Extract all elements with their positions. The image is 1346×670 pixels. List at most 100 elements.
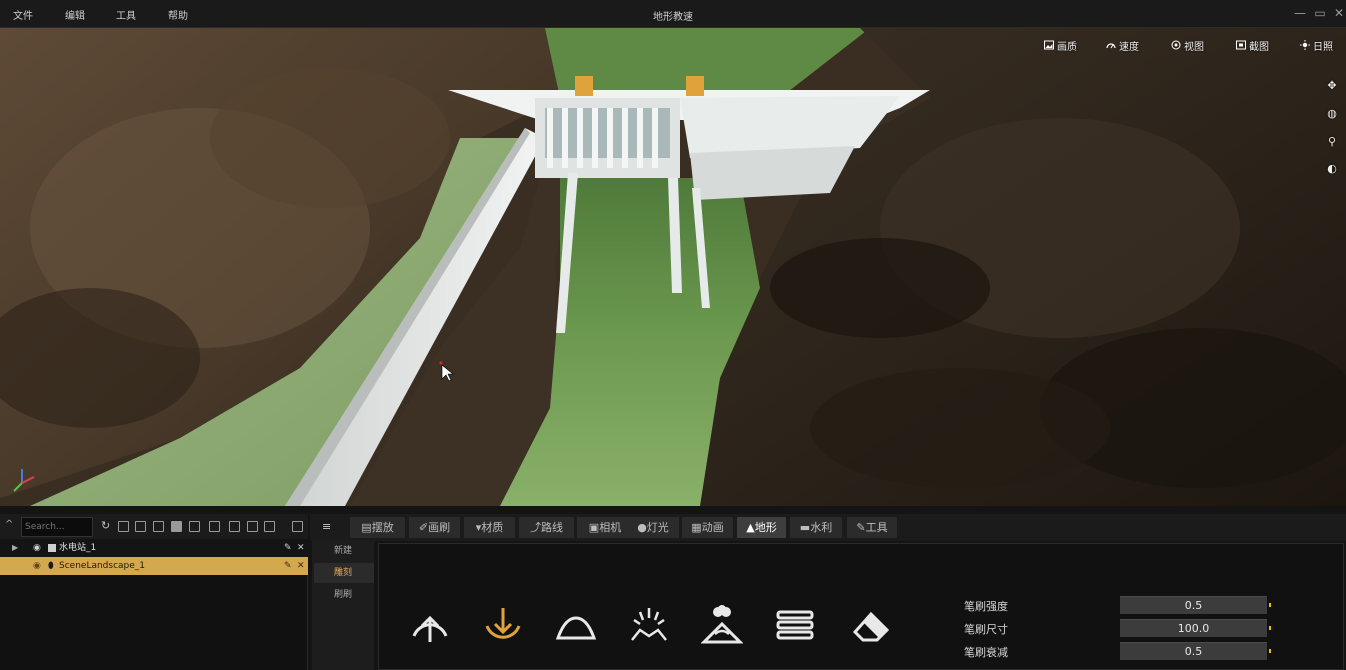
restore-button[interactable]: ▭: [1313, 6, 1327, 20]
tab-camera[interactable]: ▣相机: [577, 517, 633, 538]
palette-icon[interactable]: ◐: [1324, 161, 1340, 177]
wrench-icon: ✎: [856, 521, 866, 534]
tab-tools[interactable]: ✎工具: [847, 517, 897, 538]
sunlight-button[interactable]: 日照: [1300, 37, 1333, 53]
title-bar: 文件 编辑 工具 帮助 地形教速 — ▭ ✕: [0, 0, 1346, 28]
place-icon: ▤: [361, 521, 372, 534]
person-icon[interactable]: ⚲: [1324, 134, 1340, 150]
group-icon[interactable]: [189, 521, 200, 532]
route-icon: ⤴: [530, 521, 541, 534]
brush-falloff-input[interactable]: 0.5: [1120, 642, 1267, 660]
close-button[interactable]: ✕: [1332, 6, 1346, 20]
delete-icon[interactable]: ✕: [297, 557, 305, 575]
flatten-tool-icon[interactable]: [628, 604, 670, 646]
camera-icon: ▣: [588, 521, 600, 534]
tab-bar: ≡ ▤摆放 ✐画刷 ▾材质 ⤴路线 ▣相机 ●灯光 ▦动画 ▲地形 ▬水利 ✎工…: [310, 514, 1346, 541]
list-icon[interactable]: [247, 521, 258, 532]
eraser-tool-icon[interactable]: [849, 604, 891, 646]
delete-icon[interactable]: ✕: [297, 539, 305, 557]
view-icon: [1171, 40, 1181, 50]
panel-icon[interactable]: [292, 521, 303, 532]
quality-button[interactable]: 画质: [1044, 37, 1077, 53]
tab-animation[interactable]: ▦动画: [682, 517, 733, 538]
tab-paint[interactable]: ✐画刷: [409, 517, 460, 538]
tab-material[interactable]: ▾材质: [464, 517, 515, 538]
tree-item-hydropower[interactable]: ▶ ◉ 水电站_1 ✎ ✕: [0, 539, 308, 557]
brush-falloff-label: 笔刷衰减: [964, 646, 1008, 659]
search-input[interactable]: [21, 517, 93, 537]
speed-button[interactable]: 速度: [1106, 37, 1139, 53]
globe-icon[interactable]: ◍: [1324, 106, 1340, 122]
subnav-brush[interactable]: 刷刷: [314, 585, 374, 605]
tab-label: 工具: [865, 521, 888, 534]
tab-water[interactable]: ▬水利: [790, 517, 842, 538]
tab-label: 动画: [701, 521, 724, 534]
sun-icon: [1300, 40, 1310, 50]
menu-help[interactable]: 帮助: [168, 7, 188, 22]
raise-tool-icon[interactable]: [409, 604, 451, 646]
select-icon[interactable]: [118, 521, 129, 532]
outliner-toolbar: ^ ↻: [0, 514, 308, 540]
landscape-icon: ⬮: [48, 561, 54, 571]
smooth-tool-icon[interactable]: [555, 604, 597, 646]
water-icon: ▬: [799, 521, 811, 534]
tab-label: 画刷: [428, 521, 451, 534]
view-button[interactable]: 视图: [1171, 37, 1204, 53]
focus-icon[interactable]: [135, 521, 146, 532]
terrain-subnav: 新建 雕刻 刷刷: [312, 541, 374, 670]
brush-strength-label: 笔刷强度: [964, 600, 1008, 613]
noise-tool-icon[interactable]: [701, 604, 743, 646]
menu-icon[interactable]: ≡: [322, 520, 331, 533]
lower-tool-icon[interactable]: [482, 604, 524, 646]
visibility-icon[interactable]: ◉: [33, 539, 41, 557]
brush-strength-marker: [1269, 603, 1271, 607]
tab-terrain[interactable]: ▲地形: [737, 517, 786, 538]
tab-label: 相机: [599, 521, 622, 534]
menu-edit[interactable]: 编辑: [65, 7, 85, 22]
image-icon[interactable]: [264, 521, 275, 532]
terrace-tool-icon[interactable]: [774, 604, 816, 646]
minimize-button[interactable]: —: [1293, 6, 1307, 20]
menu-file[interactable]: 文件: [13, 7, 33, 22]
camera-icon[interactable]: [153, 521, 164, 532]
edit-icon[interactable]: ✎: [284, 539, 292, 557]
visibility-icon[interactable]: ◉: [33, 557, 41, 575]
copy-icon[interactable]: [209, 521, 220, 532]
image-icon: [1044, 40, 1054, 50]
terrain-scene: [0, 28, 1346, 506]
screenshot-label: 截图: [1249, 41, 1269, 53]
move-icon[interactable]: ✥: [1324, 78, 1340, 94]
tab-label: 水利: [810, 521, 833, 534]
tab-label: 路线: [541, 521, 563, 534]
3d-viewport[interactable]: 画质 速度 视图 截图 日照 ✥ ◍ ⚲ ◐: [0, 28, 1346, 506]
tab-place[interactable]: ▤摆放: [350, 517, 405, 538]
folder-icon: [48, 544, 56, 552]
paint-icon: ✐: [418, 521, 429, 534]
tab-route[interactable]: ⤴路线: [519, 517, 574, 538]
screenshot-icon: [1236, 40, 1246, 50]
brush-strength-input[interactable]: 0.5: [1120, 596, 1267, 614]
refresh-icon[interactable]: ↻: [101, 519, 110, 532]
tab-light[interactable]: ●灯光: [627, 517, 679, 538]
sunlight-label: 日照: [1313, 41, 1333, 53]
tree-item-label: SceneLandscape_1: [59, 561, 146, 571]
tab-label: 灯光: [646, 521, 669, 534]
collapse-icon[interactable]: ^: [5, 519, 13, 530]
brush-size-marker: [1269, 626, 1271, 630]
view-label: 视图: [1184, 41, 1204, 53]
screenshot-button[interactable]: 截图: [1236, 37, 1269, 53]
square-icon[interactable]: [229, 521, 240, 532]
animation-icon: ▦: [691, 521, 702, 534]
edit-icon[interactable]: ✎: [284, 557, 292, 575]
subnav-new[interactable]: 新建: [314, 541, 374, 561]
brush-size-input[interactable]: 100.0: [1120, 619, 1267, 637]
folder-icon[interactable]: [171, 521, 182, 532]
subnav-sculpt[interactable]: 雕刻: [314, 563, 374, 583]
tab-label: 摆放: [371, 521, 394, 534]
speedometer-icon: [1106, 43, 1116, 49]
tab-label: 材质: [481, 521, 504, 534]
expand-icon[interactable]: ▶: [12, 539, 18, 557]
menu-tools[interactable]: 工具: [116, 7, 136, 22]
tree-item-landscape[interactable]: ◉ ⬮ SceneLandscape_1 ✎ ✕: [0, 557, 308, 575]
tree-item-label: 水电站_1: [59, 543, 97, 553]
